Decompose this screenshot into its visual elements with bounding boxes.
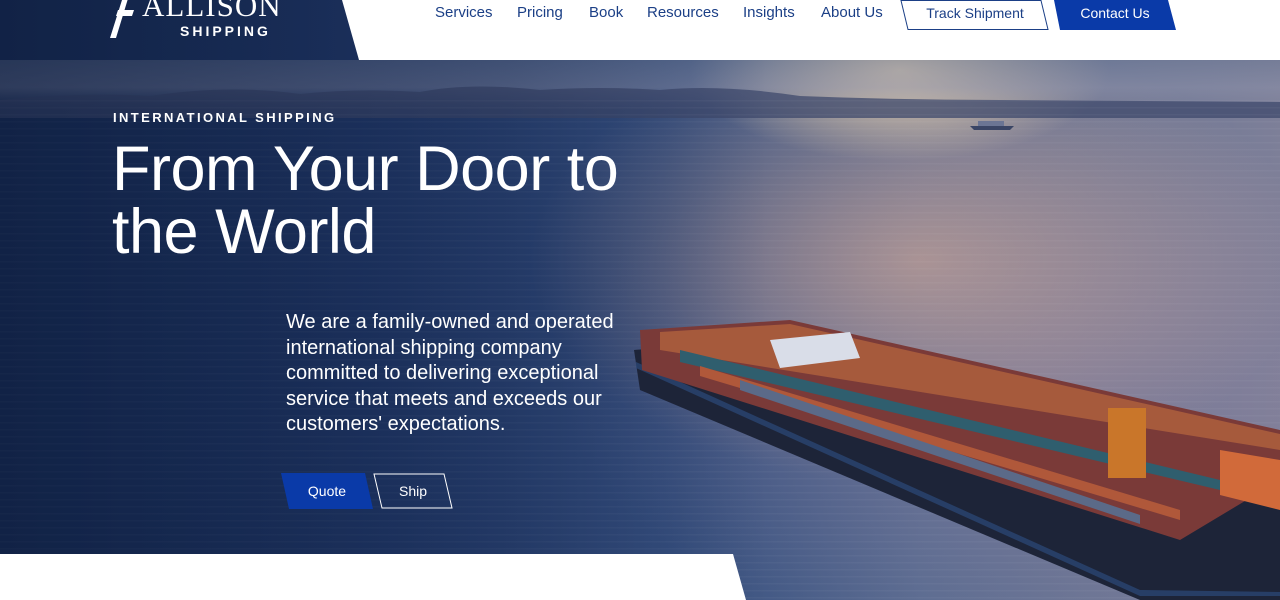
nav-link-about-us[interactable]: About Us: [821, 4, 883, 21]
brand-logo[interactable]: ALLISON SHIPPING: [0, 0, 360, 60]
nav-link-services[interactable]: Services: [435, 4, 493, 21]
ship-button[interactable]: Ship: [373, 473, 453, 509]
contact-us-button[interactable]: Contact Us: [1054, 0, 1176, 30]
ship-button-label: Ship: [398, 483, 428, 499]
hero-intro-text: We are a family-owned and operated inter…: [286, 311, 614, 435]
nav-link-pricing[interactable]: Pricing: [517, 4, 563, 21]
nav-link-resources[interactable]: Resources: [647, 4, 719, 21]
nav-link-book[interactable]: Book: [589, 4, 623, 21]
quote-button-label: Quote: [307, 483, 347, 499]
distant-ship-icon: [970, 121, 1014, 130]
hero-headline-line-1: From Your Door to: [112, 134, 619, 204]
hero-headline-line-2: the World: [112, 197, 376, 267]
hero-background-image: [0, 0, 1280, 600]
nav-link-insights[interactable]: Insights: [743, 4, 795, 21]
contact-us-label: Contact Us: [1080, 5, 1150, 21]
track-shipment-label: Track Shipment: [926, 5, 1024, 21]
logo-mark-icon: [108, 0, 134, 38]
hero-eyebrow: INTERNATIONAL SHIPPING: [113, 110, 337, 125]
quote-button[interactable]: Quote: [281, 473, 373, 509]
section-divider-panel: [0, 554, 746, 600]
brand-name: ALLISON: [142, 0, 282, 23]
brand-subtitle: SHIPPING: [180, 23, 271, 39]
hero-headline: From Your Door to the World: [112, 138, 752, 264]
track-shipment-button[interactable]: Track Shipment: [900, 0, 1050, 30]
